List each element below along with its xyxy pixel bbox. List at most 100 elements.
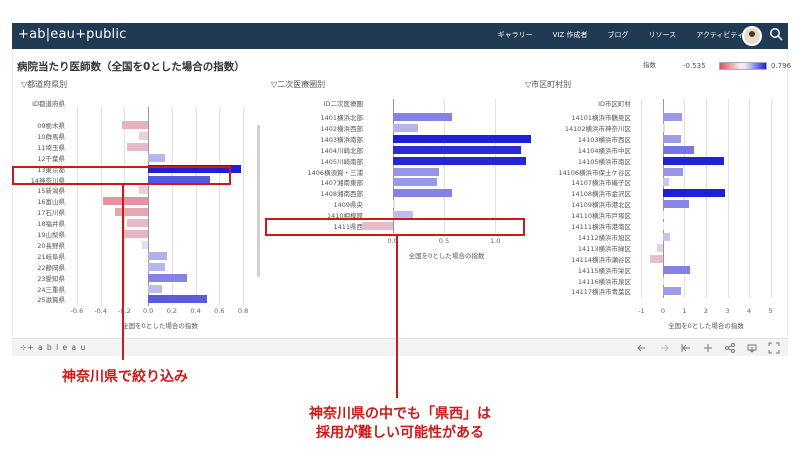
nav-item-activity[interactable]: アクティビティ [696,30,744,40]
bar-mark[interactable] [103,197,149,206]
bar-mark[interactable] [138,131,149,140]
bar-mark[interactable] [148,262,165,271]
pause-icon[interactable] [702,342,714,354]
row-label[interactable]: 14106横浜市保土ケ谷区 [519,167,631,177]
bar-mark[interactable] [148,153,165,162]
row-label[interactable]: 14113横浜市緑区 [519,243,631,253]
row-label[interactable]: 1408湘南西部 [267,188,363,198]
bar-mark[interactable] [392,189,453,198]
revert-icon[interactable] [680,342,692,354]
bar-mark[interactable] [126,219,149,228]
row-label[interactable]: 14111横浜市港南区 [519,221,631,231]
row-label[interactable]: 1403横浜南部 [267,134,363,144]
bar-mark[interactable] [148,284,163,293]
bar-mark[interactable] [392,134,532,143]
bar-mark[interactable] [662,200,689,209]
bar-mark[interactable] [124,230,149,238]
row-label[interactable]: 1401横浜北部 [267,112,363,122]
row-label[interactable]: 16富山県 [9,196,65,206]
color-legend-gradient[interactable] [719,62,767,70]
row-label[interactable]: 14103横浜市西区 [519,134,631,144]
row-label[interactable]: 25滋賀県 [9,294,65,304]
share-icon[interactable] [724,342,736,354]
row-label[interactable]: 17石川県 [9,207,65,217]
row-label[interactable]: 15新潟県 [9,185,65,195]
bar-mark[interactable] [392,178,437,187]
bar-mark[interactable] [656,243,663,252]
bar-mark[interactable] [662,211,664,220]
row-label[interactable]: 14107横浜市磯子区 [519,177,631,187]
row-label[interactable]: 18福井県 [9,218,65,228]
bar-mark[interactable] [138,186,149,195]
tableau-footer-logo[interactable]: ⊹+ a b l e a u [20,343,86,352]
row-label[interactable]: 14105横浜市南区 [519,156,631,166]
nav-item-viz-authors[interactable]: VIZ 作成者 [553,30,588,40]
bar-mark[interactable] [392,123,419,132]
download-icon[interactable] [746,342,758,354]
nav-item-resources[interactable]: リソース [649,30,677,40]
bar-mark[interactable] [392,156,526,165]
bar-mark[interactable] [122,121,149,129]
row-label[interactable]: 1409県央 [267,199,363,209]
tableau-public-logo[interactable]: +ab|eau+public [18,27,127,42]
row-label[interactable]: 14112横浜市旭区 [519,232,631,242]
row-label[interactable]: 14109横浜市港北区 [519,199,631,209]
row-label[interactable]: 14108横浜市金沢区 [519,188,631,198]
row-label[interactable]: 14117横浜市青葉区 [519,286,631,296]
bar-mark[interactable] [662,276,665,285]
redo-icon[interactable] [658,342,670,354]
row-label[interactable]: 24三重県 [9,284,65,294]
bar-mark[interactable] [662,189,726,198]
scrollbar[interactable] [257,125,260,277]
row-label[interactable]: 21岐阜県 [9,251,65,261]
bar-mark[interactable] [392,200,395,209]
bar-mark[interactable] [662,113,683,121]
bar-mark[interactable] [392,113,453,121]
user-avatar[interactable] [742,26,762,46]
bar-mark[interactable] [662,178,670,187]
row-label[interactable]: 14116横浜市泉区 [519,276,631,286]
bar-mark[interactable] [114,208,149,217]
bar-mark[interactable] [148,251,168,260]
row-label[interactable]: 20長野県 [9,240,65,250]
row-label[interactable]: 12千葉県 [9,153,65,163]
bar-mark[interactable] [126,142,149,151]
bar-mark[interactable] [662,287,682,296]
row-label[interactable]: 14101横浜市鶴見区 [519,112,631,122]
row-label[interactable]: 14102横浜市神奈川区 [519,123,631,133]
row-label[interactable]: 1404川崎北部 [267,145,363,155]
bar-mark[interactable] [662,222,664,230]
bar-mark[interactable] [650,254,663,263]
bar-mark[interactable] [148,295,208,304]
bar-mark[interactable] [392,145,521,154]
row-label[interactable]: 14110横浜市戸塚区 [519,210,631,220]
bar-mark[interactable] [142,240,149,249]
undo-icon[interactable] [636,342,648,354]
fullscreen-icon[interactable] [768,342,780,354]
row-label[interactable]: 1407湘南東部 [267,177,363,187]
row-label[interactable]: 1402横浜西部 [267,123,363,133]
row-label[interactable]: 10群馬県 [9,131,65,141]
row-label[interactable]: 11埼玉県 [9,142,65,152]
bar-mark[interactable] [662,134,682,143]
row-label[interactable]: 22静岡県 [9,262,65,272]
nav-item-blog[interactable]: ブログ [608,30,629,40]
search-icon[interactable] [769,27,783,41]
row-label[interactable]: 1405川崎南部 [267,156,363,166]
bar-mark[interactable] [148,273,188,282]
bar-mark[interactable] [662,156,725,165]
row-label[interactable]: 14114横浜市瀬谷区 [519,254,631,264]
row-label[interactable]: 14115横浜市栄区 [519,265,631,275]
row-label[interactable]: 23愛知県 [9,273,65,283]
row-label[interactable]: 09栃木県 [9,120,65,130]
bar-mark[interactable] [662,123,666,132]
bar-mark[interactable] [662,167,684,176]
row-label[interactable]: 1406横須賀・三浦 [267,167,363,177]
row-label[interactable]: 19山梨県 [9,229,65,239]
bar-mark[interactable] [392,167,439,176]
bar-mark[interactable] [662,265,690,274]
row-label[interactable]: 14104横浜市中区 [519,145,631,155]
bar-mark[interactable] [662,145,695,154]
nav-item-gallery[interactable]: ギャラリー [498,30,533,40]
bar-mark[interactable] [662,232,671,241]
